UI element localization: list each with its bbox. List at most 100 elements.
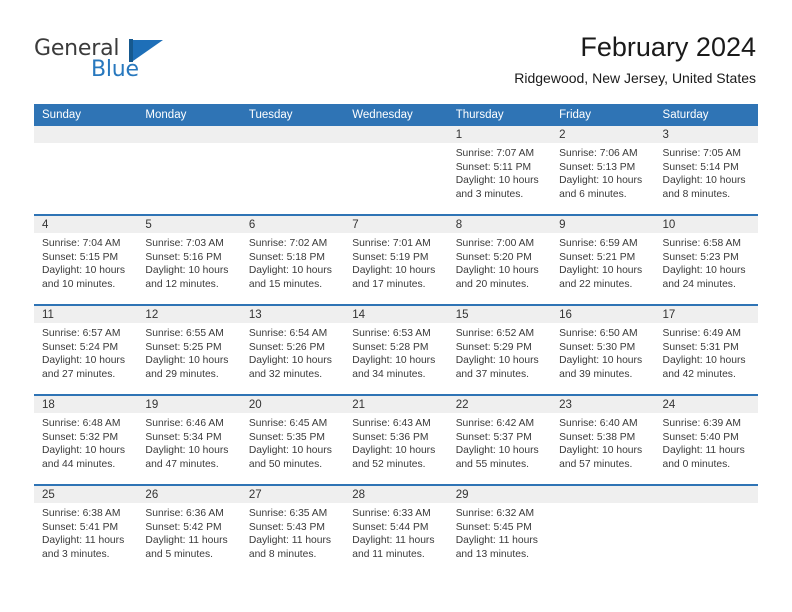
- calendar-day-cell-empty: [240, 126, 345, 215]
- sunrise-text: Sunrise: 7:05 AM: [662, 148, 741, 159]
- calendar-day-cell[interactable]: 10 Sunrise: 6:58 AM Sunset: 5:23 PM Dayligh…: [654, 214, 758, 305]
- calendar-day-cell[interactable]: 27 Sunrise: 6:35 AM Sunset: 5:43 PM Dayligh…: [240, 484, 345, 574]
- calendar-day-cell[interactable]: 4 Sunrise: 7:04 AM Sunset: 5:15 PM Daylight…: [34, 214, 138, 305]
- sunset-text: Sunset: 5:23 PM: [662, 251, 739, 263]
- calendar-day-cell[interactable]: 2 Sunrise: 7:06 AM Sunset: 5:13 PM Daylight…: [551, 126, 655, 215]
- calendar-day-cell[interactable]: 1 Sunrise: 7:07 AM Sunset: 5:11 PM Daylight…: [447, 126, 552, 215]
- day-cell-details: Sunrise: 6:52 AM Sunset: 5:29 PM Daylight:…: [448, 323, 551, 381]
- day-cell-inner: 8 Sunrise: 7:00 AM Sunset: 5:20 PM Daylight…: [447, 216, 552, 302]
- sunset-text: Sunset: 5:41 PM: [42, 521, 119, 533]
- calendar-day-cell[interactable]: 26 Sunrise: 6:36 AM Sunset: 5:42 PM Dayligh…: [137, 484, 241, 574]
- daylight-text-line2: and 32 minutes.: [248, 368, 323, 380]
- calendar-day-cell[interactable]: 9 Sunrise: 6:59 AM Sunset: 5:21 PM Daylight…: [551, 214, 655, 305]
- sunset-text: Sunset: 5:30 PM: [559, 341, 636, 353]
- weekday-header-thursday: Thursday: [447, 104, 552, 126]
- sunrise-text: Sunrise: 7:03 AM: [145, 238, 224, 249]
- calendar-day-cell[interactable]: 24 Sunrise: 6:39 AM Sunset: 5:40 PM Dayligh…: [654, 394, 758, 485]
- calendar-page: General Blue February 2024 Ridgewood, Ne…: [0, 0, 792, 612]
- day-cell-inner: 2 Sunrise: 7:06 AM Sunset: 5:13 PM Daylight…: [551, 126, 655, 212]
- page-header: General Blue February 2024 Ridgewood, Ne…: [0, 0, 792, 104]
- sunrise-text: Sunrise: 6:57 AM: [42, 328, 121, 339]
- day-number: 12: [137, 306, 241, 323]
- calendar-day-cell[interactable]: 29 Sunrise: 6:32 AM Sunset: 5:45 PM Dayligh…: [447, 484, 552, 574]
- sunset-text: Sunset: 5:34 PM: [145, 431, 222, 443]
- weekday-header-tuesday: Tuesday: [240, 104, 345, 126]
- daylight-text-line1: Daylight: 10 hours: [455, 355, 539, 367]
- day-cell-details: Sunrise: 6:53 AM Sunset: 5:28 PM Daylight:…: [344, 323, 447, 381]
- day-number: 8: [447, 216, 552, 233]
- calendar-day-cell[interactable]: 23 Sunrise: 6:40 AM Sunset: 5:38 PM Dayligh…: [551, 394, 655, 485]
- day-cell-inner: [34, 126, 138, 212]
- sunrise-text: Sunrise: 6:46 AM: [145, 418, 224, 429]
- day-number: 27: [240, 486, 345, 503]
- calendar-day-cell[interactable]: 15 Sunrise: 6:52 AM Sunset: 5:29 PM Dayligh…: [447, 304, 552, 395]
- calendar-day-cell-empty: [137, 126, 241, 215]
- calendar-day-cell[interactable]: 13 Sunrise: 6:54 AM Sunset: 5:26 PM Dayligh…: [240, 304, 345, 395]
- sunrise-text: Sunrise: 7:07 AM: [455, 148, 535, 159]
- calendar-day-cell[interactable]: 12 Sunrise: 6:55 AM Sunset: 5:25 PM Dayligh…: [137, 304, 241, 395]
- calendar-day-cell[interactable]: 16 Sunrise: 6:50 AM Sunset: 5:30 PM Dayligh…: [551, 304, 655, 395]
- daylight-text-line2: and 34 minutes.: [352, 368, 426, 380]
- day-cell-inner: [654, 486, 758, 572]
- day-number: 11: [34, 306, 138, 323]
- daylight-text-line1: Daylight: 10 hours: [352, 355, 436, 367]
- calendar-day-cell[interactable]: 5 Sunrise: 7:03 AM Sunset: 5:16 PM Daylight…: [137, 214, 241, 305]
- daylight-text-line2: and 22 minutes.: [559, 278, 633, 290]
- calendar-day-cell[interactable]: 7 Sunrise: 7:01 AM Sunset: 5:19 PM Daylight…: [344, 214, 448, 305]
- calendar-day-cell[interactable]: 25 Sunrise: 6:38 AM Sunset: 5:41 PM Dayligh…: [34, 484, 138, 574]
- calendar-day-cell[interactable]: 17 Sunrise: 6:49 AM Sunset: 5:31 PM Dayligh…: [654, 304, 758, 395]
- daylight-text-line2: and 12 minutes.: [145, 278, 219, 290]
- day-number: 9: [551, 216, 655, 233]
- calendar-day-cell[interactable]: 3 Sunrise: 7:05 AM Sunset: 5:14 PM Daylight…: [654, 126, 758, 215]
- calendar-week-row: 11 Sunrise: 6:57 AM Sunset: 5:24 PM Dayligh…: [34, 304, 758, 395]
- weekday-header-monday: Monday: [137, 104, 241, 126]
- calendar-day-cell[interactable]: 8 Sunrise: 7:00 AM Sunset: 5:20 PM Daylight…: [447, 214, 552, 305]
- calendar-day-cell[interactable]: 28 Sunrise: 6:33 AM Sunset: 5:44 PM Dayligh…: [344, 484, 448, 574]
- sunset-text: Sunset: 5:16 PM: [145, 251, 222, 263]
- day-cell-details: Sunrise: 7:02 AM Sunset: 5:18 PM Daylight:…: [241, 233, 344, 291]
- day-number: 15: [447, 306, 552, 323]
- daylight-text-line1: Daylight: 10 hours: [662, 355, 746, 367]
- calendar-week-row: 25 Sunrise: 6:38 AM Sunset: 5:41 PM Dayligh…: [34, 484, 758, 574]
- day-cell-details: Sunrise: 7:01 AM Sunset: 5:19 PM Daylight:…: [344, 233, 447, 291]
- day-cell-inner: 28 Sunrise: 6:33 AM Sunset: 5:44 PM Dayligh…: [344, 486, 448, 572]
- day-cell-inner: [551, 486, 655, 572]
- day-cell-details: Sunrise: 6:32 AM Sunset: 5:45 PM Daylight:…: [448, 503, 551, 561]
- calendar-day-cell[interactable]: 20 Sunrise: 6:45 AM Sunset: 5:35 PM Dayligh…: [240, 394, 345, 485]
- calendar-day-cell[interactable]: 22 Sunrise: 6:42 AM Sunset: 5:37 PM Dayligh…: [447, 394, 552, 485]
- calendar-day-cell[interactable]: 6 Sunrise: 7:02 AM Sunset: 5:18 PM Daylight…: [240, 214, 345, 305]
- sunrise-text: Sunrise: 6:49 AM: [662, 328, 741, 339]
- calendar-day-cell[interactable]: 14 Sunrise: 6:53 AM Sunset: 5:28 PM Dayligh…: [344, 304, 448, 395]
- day-cell-inner: 18 Sunrise: 6:48 AM Sunset: 5:32 PM Dayligh…: [34, 396, 138, 482]
- sunrise-text: Sunrise: 6:38 AM: [42, 508, 121, 519]
- calendar-day-cell[interactable]: 21 Sunrise: 6:43 AM Sunset: 5:36 PM Dayligh…: [344, 394, 448, 485]
- day-cell-details: Sunrise: 6:33 AM Sunset: 5:44 PM Daylight:…: [344, 503, 447, 561]
- calendar-day-cell-empty: [344, 126, 448, 215]
- sunset-text: Sunset: 5:37 PM: [455, 431, 532, 443]
- calendar-day-cell[interactable]: 19 Sunrise: 6:46 AM Sunset: 5:34 PM Dayligh…: [137, 394, 241, 485]
- sunset-text: Sunset: 5:38 PM: [559, 431, 636, 443]
- day-number: 20: [240, 396, 345, 413]
- brand-logo[interactable]: General Blue: [34, 36, 254, 92]
- day-cell-inner: 14 Sunrise: 6:53 AM Sunset: 5:28 PM Dayligh…: [344, 306, 448, 392]
- day-cell-inner: 5 Sunrise: 7:03 AM Sunset: 5:16 PM Daylight…: [137, 216, 241, 302]
- day-number: [654, 486, 758, 503]
- daylight-text-line2: and 27 minutes.: [42, 368, 116, 380]
- sunrise-text: Sunrise: 6:58 AM: [662, 238, 741, 249]
- day-cell-details: Sunrise: 6:57 AM Sunset: 5:24 PM Daylight:…: [34, 323, 137, 381]
- day-number: 16: [551, 306, 655, 323]
- calendar-day-cell[interactable]: 18 Sunrise: 6:48 AM Sunset: 5:32 PM Dayligh…: [34, 394, 138, 485]
- daylight-text-line2: and 3 minutes.: [42, 548, 110, 560]
- calendar-week-row: 1 Sunrise: 7:07 AM Sunset: 5:11 PM Daylight…: [34, 126, 758, 215]
- day-number: 5: [137, 216, 241, 233]
- calendar-day-cell[interactable]: 11 Sunrise: 6:57 AM Sunset: 5:24 PM Dayligh…: [34, 304, 138, 395]
- sunrise-text: Sunrise: 7:00 AM: [455, 238, 535, 249]
- calendar-table: Sunday Monday Tuesday Wednesday Thursday Frid…: [34, 104, 758, 574]
- day-cell-inner: 19 Sunrise: 6:46 AM Sunset: 5:34 PM Dayligh…: [137, 396, 241, 482]
- calendar-day-cell-empty: [551, 484, 655, 574]
- day-cell-details: Sunrise: 6:42 AM Sunset: 5:37 PM Daylight:…: [448, 413, 551, 471]
- daylight-text-line1: Daylight: 11 hours: [42, 535, 125, 547]
- sunset-text: Sunset: 5:13 PM: [559, 161, 636, 173]
- day-cell-details: Sunrise: 6:50 AM Sunset: 5:30 PM Daylight:…: [551, 323, 654, 381]
- day-cell-details: Sunrise: 6:39 AM Sunset: 5:40 PM Daylight:…: [655, 413, 758, 471]
